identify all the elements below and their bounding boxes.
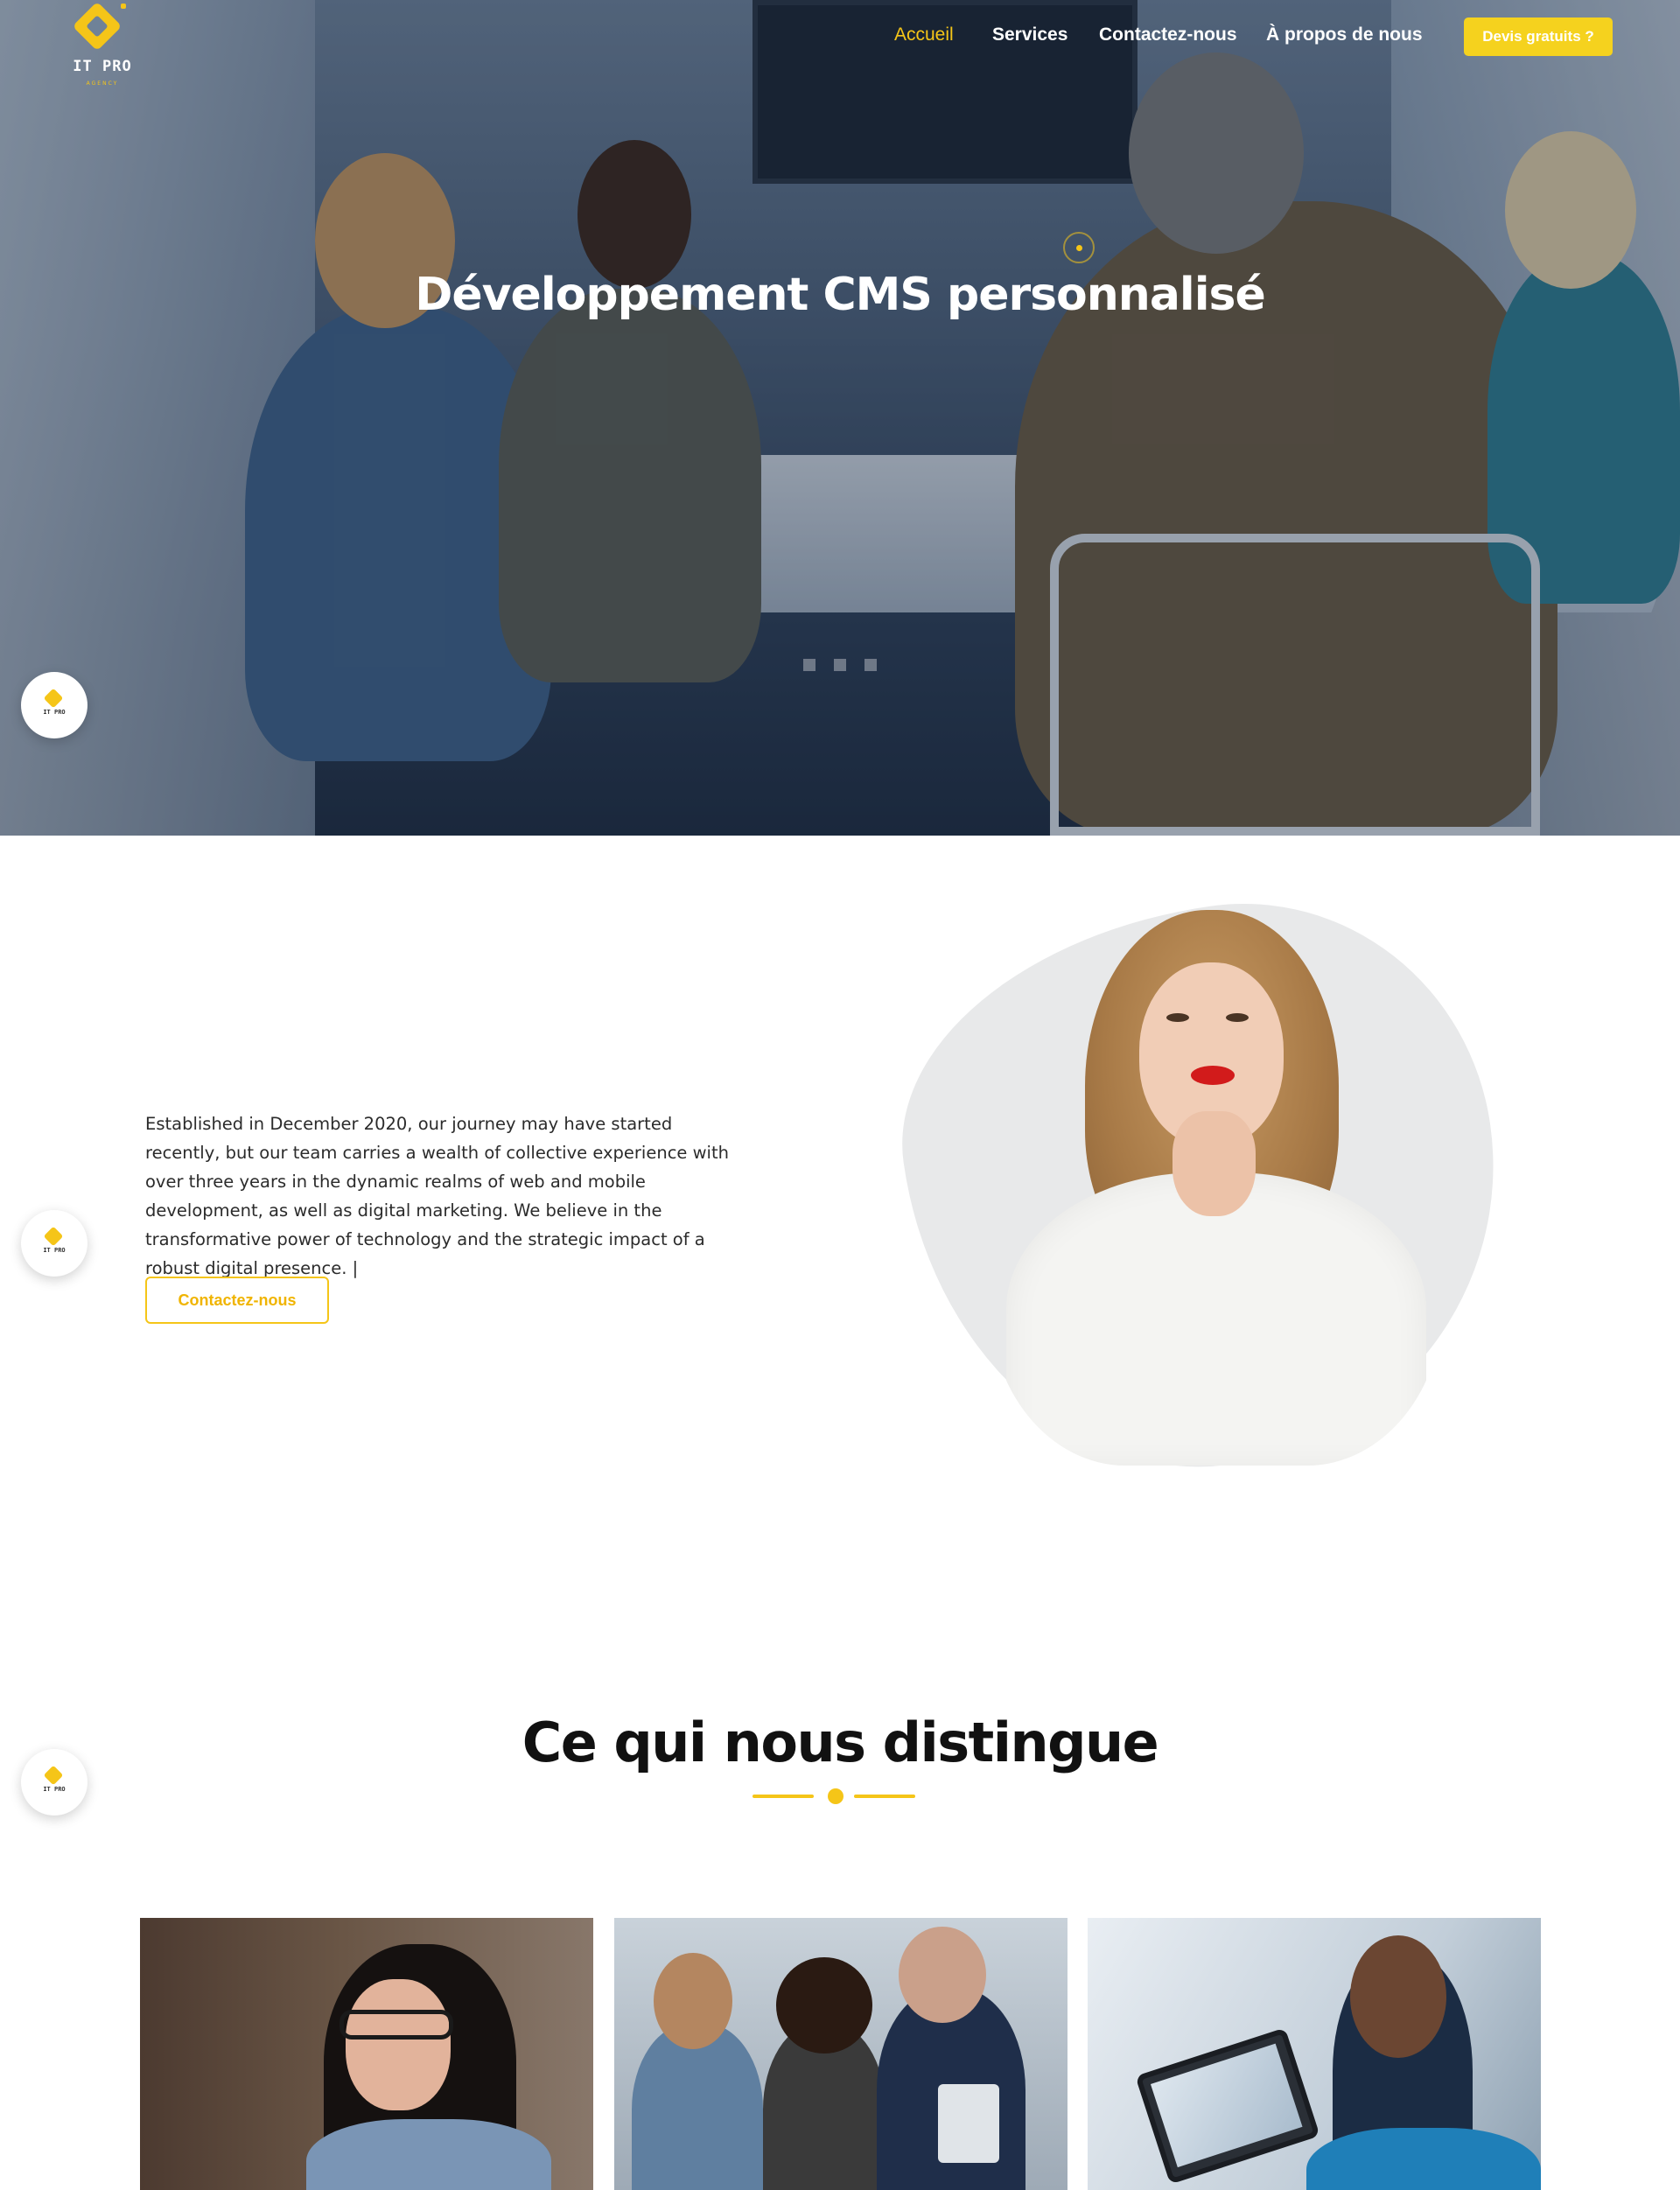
divider-line	[854, 1795, 915, 1798]
slide-indicator-icon	[1063, 232, 1095, 263]
hero-banner: IT PRO AGENCY Accueil Services Contactez…	[0, 0, 1680, 836]
portrait-lips	[1191, 1066, 1235, 1085]
badge-label: IT PRO	[43, 709, 66, 716]
logo-mark-icon	[43, 688, 64, 709]
slider-dot[interactable]	[864, 659, 877, 671]
feature-card-image[interactable]	[140, 1918, 593, 2190]
free-quote-button[interactable]: Devis gratuits ?	[1464, 17, 1613, 56]
card-photo-face	[346, 1979, 451, 2110]
portrait-body	[1006, 1172, 1426, 1466]
card-photo-glasses	[340, 2010, 453, 2040]
logo-tagline: AGENCY	[86, 80, 119, 87]
card-photo-shirt	[306, 2119, 551, 2190]
slider-dot[interactable]	[803, 659, 816, 671]
slider-pagination	[803, 659, 882, 673]
badge-label: IT PRO	[43, 1247, 66, 1254]
logo-name: IT PRO	[73, 58, 132, 75]
main-nav: Accueil Services Contactez-nous À propos…	[0, 24, 1680, 51]
divider-dot	[828, 1788, 844, 1804]
nav-item-contact[interactable]: Contactez-nous	[1099, 24, 1237, 45]
feature-card-image[interactable]	[1088, 1918, 1541, 2190]
hero-overlay	[0, 0, 1680, 836]
about-portrait-image	[989, 910, 1444, 1466]
portrait-eye	[1226, 1013, 1249, 1022]
card-photo-tablet	[1135, 2027, 1320, 2185]
logo-dot	[121, 3, 126, 9]
nav-item-about[interactable]: À propos de nous	[1266, 24, 1423, 45]
card-photo-head	[899, 1927, 986, 2023]
title-divider	[752, 1788, 919, 1804]
card-photo-head	[776, 1957, 872, 2054]
card-photo-shirt	[1306, 2128, 1541, 2190]
slider-dot[interactable]	[834, 659, 846, 671]
hero-title: Développement CMS personnalisé	[415, 269, 1266, 321]
about-description: Established in December 2020, our journe…	[145, 1114, 729, 1278]
section-title: Ce qui nous distingue	[522, 1711, 1159, 1774]
logo-mark-icon	[43, 1226, 64, 1247]
card-photo-head	[654, 1953, 732, 2049]
card-photo-head	[1350, 1935, 1446, 2058]
divider-line	[752, 1795, 814, 1798]
floating-logo-badge[interactable]: IT PRO	[21, 672, 88, 738]
portrait-eye	[1166, 1013, 1189, 1022]
contact-button[interactable]: Contactez-nous	[145, 1277, 329, 1324]
nav-item-services[interactable]: Services	[992, 24, 1068, 45]
badge-label: IT PRO	[43, 1786, 66, 1793]
floating-logo-badge[interactable]: IT PRO	[21, 1210, 88, 1277]
portrait-hand	[1172, 1111, 1256, 1216]
nav-item-accueil[interactable]: Accueil	[894, 24, 954, 45]
feature-card-image[interactable]	[614, 1918, 1068, 2190]
card-photo-tablet	[938, 2084, 999, 2163]
